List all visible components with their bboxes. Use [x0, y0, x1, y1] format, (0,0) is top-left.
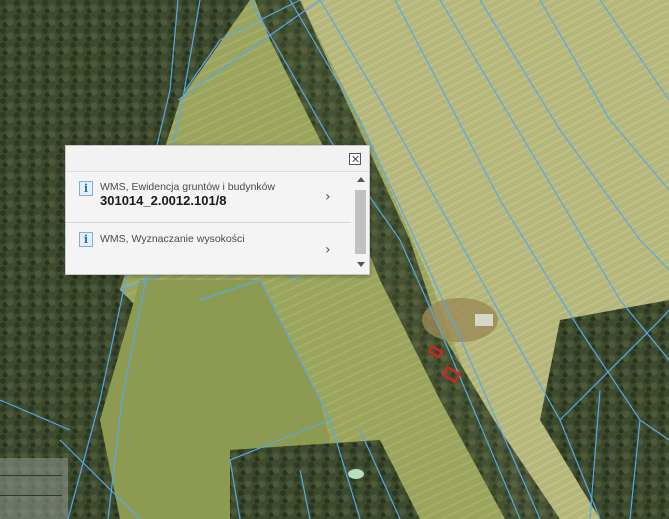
list-item-wms-egib[interactable]: i WMS, Ewidencja gruntów i budynków 3010…	[66, 172, 351, 223]
layer-title: WMS, Ewidencja gruntów i budynków	[100, 181, 276, 193]
scrollbar[interactable]	[352, 172, 369, 274]
chevron-right-icon[interactable]: ›	[325, 242, 331, 258]
divider	[0, 475, 62, 476]
parcel-id: 301014_2.0012.101/8	[100, 193, 227, 208]
scroll-thumb[interactable]	[355, 190, 366, 254]
divider	[0, 495, 62, 496]
chevron-right-icon[interactable]: ›	[325, 189, 331, 205]
layer-title: WMS, Wyznaczanie wysokości	[100, 233, 245, 245]
info-icon: i	[79, 181, 93, 196]
feature-info-popup: i WMS, Ewidencja gruntów i budynków 3010…	[65, 145, 370, 275]
close-icon[interactable]	[349, 153, 361, 165]
popup-header	[66, 146, 369, 172]
feature-info-list: i WMS, Ewidencja gruntów i budynków 3010…	[66, 172, 351, 274]
list-item-wms-height[interactable]: i WMS, Wyznaczanie wysokości ›	[66, 224, 351, 274]
info-icon: i	[79, 232, 93, 247]
scroll-up-icon[interactable]	[357, 177, 365, 182]
scale-overlay	[0, 458, 68, 519]
scroll-down-icon[interactable]	[357, 262, 365, 267]
